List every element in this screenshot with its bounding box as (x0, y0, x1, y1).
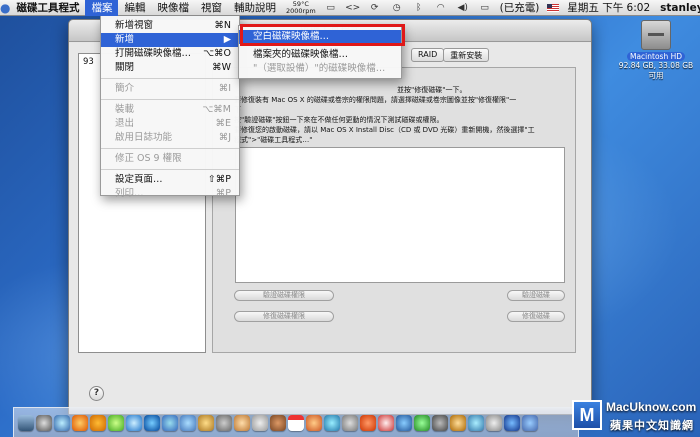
temperature-readout[interactable]: 59°C 2000rpm (282, 0, 320, 15)
ical-icon[interactable] (288, 414, 304, 431)
menu-separator (101, 78, 239, 79)
documents-folder-icon[interactable] (522, 414, 538, 431)
apple-menu-icon[interactable]: ● (0, 1, 10, 15)
menu-image[interactable]: 映像檔 (151, 0, 195, 16)
menu-app-name[interactable]: 磁碟工具程式 (10, 0, 85, 16)
terminal-icon[interactable] (414, 414, 430, 431)
address-book-icon[interactable] (198, 414, 214, 431)
menu-separator (101, 148, 239, 149)
repair-permissions-button[interactable]: 修復磁碟權限 (234, 311, 334, 322)
tab-bar: RAID 重新安裝 (411, 48, 490, 62)
us-flag-icon[interactable] (547, 3, 560, 12)
menu-item-mount[interactable]: 裝載 ⌥⌘M (101, 103, 239, 117)
tab-raid[interactable]: RAID (411, 48, 445, 62)
desktop-hd[interactable]: Macintosh HD 92.84 GB, 33.08 GB 可用 (616, 20, 696, 81)
menu-file[interactable]: 檔案 (85, 0, 119, 16)
messenger-icon[interactable] (162, 414, 178, 431)
volume-icon[interactable]: ◀) (456, 2, 470, 13)
battery-icon[interactable]: ▭ (478, 2, 492, 13)
app-icon[interactable] (504, 414, 520, 431)
menu-item-eject[interactable]: 退出 ⌘E (101, 117, 239, 131)
hard-drive-icon (641, 20, 671, 50)
utility-icon[interactable] (396, 414, 412, 431)
system-prefs-icon[interactable] (450, 414, 466, 431)
keynote-icon[interactable] (324, 414, 340, 431)
textedit-icon[interactable] (342, 414, 358, 431)
adium-icon[interactable] (108, 414, 124, 431)
clock[interactable]: 星期五 下午 6:02 (563, 0, 654, 15)
watermark-site: MacUknow.com (606, 400, 697, 414)
menu-item-new[interactable]: 新增 ▶ (101, 33, 239, 47)
ubuntu-icon[interactable] (90, 414, 106, 431)
file-menu: 新增視窗 ⌘N 新增 ▶ 打開磁碟映像檔… ⌥⌘O 關閉 ⌘W 簡介 ⌘I 裝載 ⌥⌘M 退… (100, 16, 240, 199)
menu-help[interactable]: 輔助說明 (228, 0, 282, 16)
menu-window[interactable]: 視窗 (195, 0, 228, 16)
disk-utility-icon[interactable] (486, 414, 502, 431)
dashboard-icon[interactable] (36, 414, 52, 431)
tab-restore[interactable]: 重新安裝 (443, 48, 490, 62)
menu-item-repair-os9[interactable]: 修正 OS 9 權限 (101, 152, 239, 166)
guitar-icon[interactable] (270, 414, 286, 431)
watermark: M MacUknow.com 蘋果中文知識網 (572, 396, 700, 437)
display-icon[interactable]: ▭ (324, 2, 338, 13)
mail-icon[interactable] (180, 414, 196, 431)
battery-status[interactable]: (已充電) (496, 0, 544, 15)
verify-disk-button[interactable]: 驗證磁碟 (507, 290, 565, 301)
menu-item-print[interactable]: 列印… ⌘P (101, 187, 239, 201)
finder-icon[interactable] (18, 414, 34, 431)
timemachine-icon[interactable]: ◷ (390, 2, 404, 13)
user-menu[interactable]: stanley (654, 2, 700, 14)
instructions: 並按"修復磁碟"一下。 要修復裝有 Mac OS X 的磁碟或卷宗的權限問題，請… (234, 86, 535, 144)
iphoto-icon[interactable] (234, 414, 250, 431)
menu-separator (101, 99, 239, 100)
safari-icon[interactable] (54, 414, 70, 431)
dock (13, 407, 579, 437)
code-icon[interactable]: <> (345, 2, 360, 13)
menubar-extras: 59°C 2000rpm ▭ <> ⟳ ◷ ᛒ ◠ ◀) ▭ (已充電) 星期五… (282, 0, 700, 16)
menu-item-close[interactable]: 關閉 ⌘W (101, 61, 239, 75)
hd-size: 92.84 GB, 33.08 GB 可用 (618, 61, 694, 80)
submenu-arrow-icon: ▶ (223, 34, 231, 45)
vlc-icon[interactable] (360, 414, 376, 431)
firefox-icon[interactable] (72, 414, 88, 431)
pages-icon[interactable] (306, 414, 322, 431)
help-button[interactable]: ? (89, 386, 104, 401)
stamps-icon[interactable] (252, 414, 268, 431)
sync-icon[interactable]: ⟳ (368, 2, 382, 13)
preview-icon[interactable] (216, 414, 232, 431)
menubar: ● 磁碟工具程式 檔案 編輯 映像檔 視窗 輔助說明 59°C 2000rpm … (0, 0, 700, 16)
photo-icon[interactable] (378, 414, 394, 431)
activity-monitor-icon[interactable] (432, 414, 448, 431)
repair-disk-button[interactable]: 修復磁碟 (507, 311, 565, 322)
menu-item-open-image[interactable]: 打開磁碟映像檔… ⌥⌘O (101, 47, 239, 61)
menu-separator (101, 169, 239, 170)
hd-name: Macintosh HD (626, 52, 686, 61)
verify-permissions-button[interactable]: 驗證磁碟權限 (234, 290, 334, 301)
results-log[interactable] (235, 147, 565, 283)
menu-item-page-setup[interactable]: 設定頁面… ⇧⌘P (101, 173, 239, 187)
callout-highlight-box (240, 24, 405, 46)
network-icon[interactable] (468, 414, 484, 431)
menu-item-new-window[interactable]: 新增視窗 ⌘N (101, 19, 239, 33)
submenu-item-device-image[interactable]: "（選取設備）"的磁碟映像檔… (239, 62, 401, 76)
submenu-item-folder-image[interactable]: 檔案夾的磁碟映像檔… (239, 48, 401, 62)
watermark-tagline: 蘋果中文知識網 (610, 419, 694, 432)
bluetooth-icon[interactable]: ᛒ (412, 2, 426, 13)
skype-icon[interactable] (144, 414, 160, 431)
ichat-icon[interactable] (126, 414, 142, 431)
menu-item-journaling[interactable]: 啟用日誌功能 ⌘J (101, 131, 239, 145)
menu-edit[interactable]: 編輯 (118, 0, 151, 16)
watermark-logo: M (572, 400, 602, 430)
wifi-icon[interactable]: ◠ (434, 2, 448, 13)
menu-item-info[interactable]: 簡介 ⌘I (101, 82, 239, 96)
